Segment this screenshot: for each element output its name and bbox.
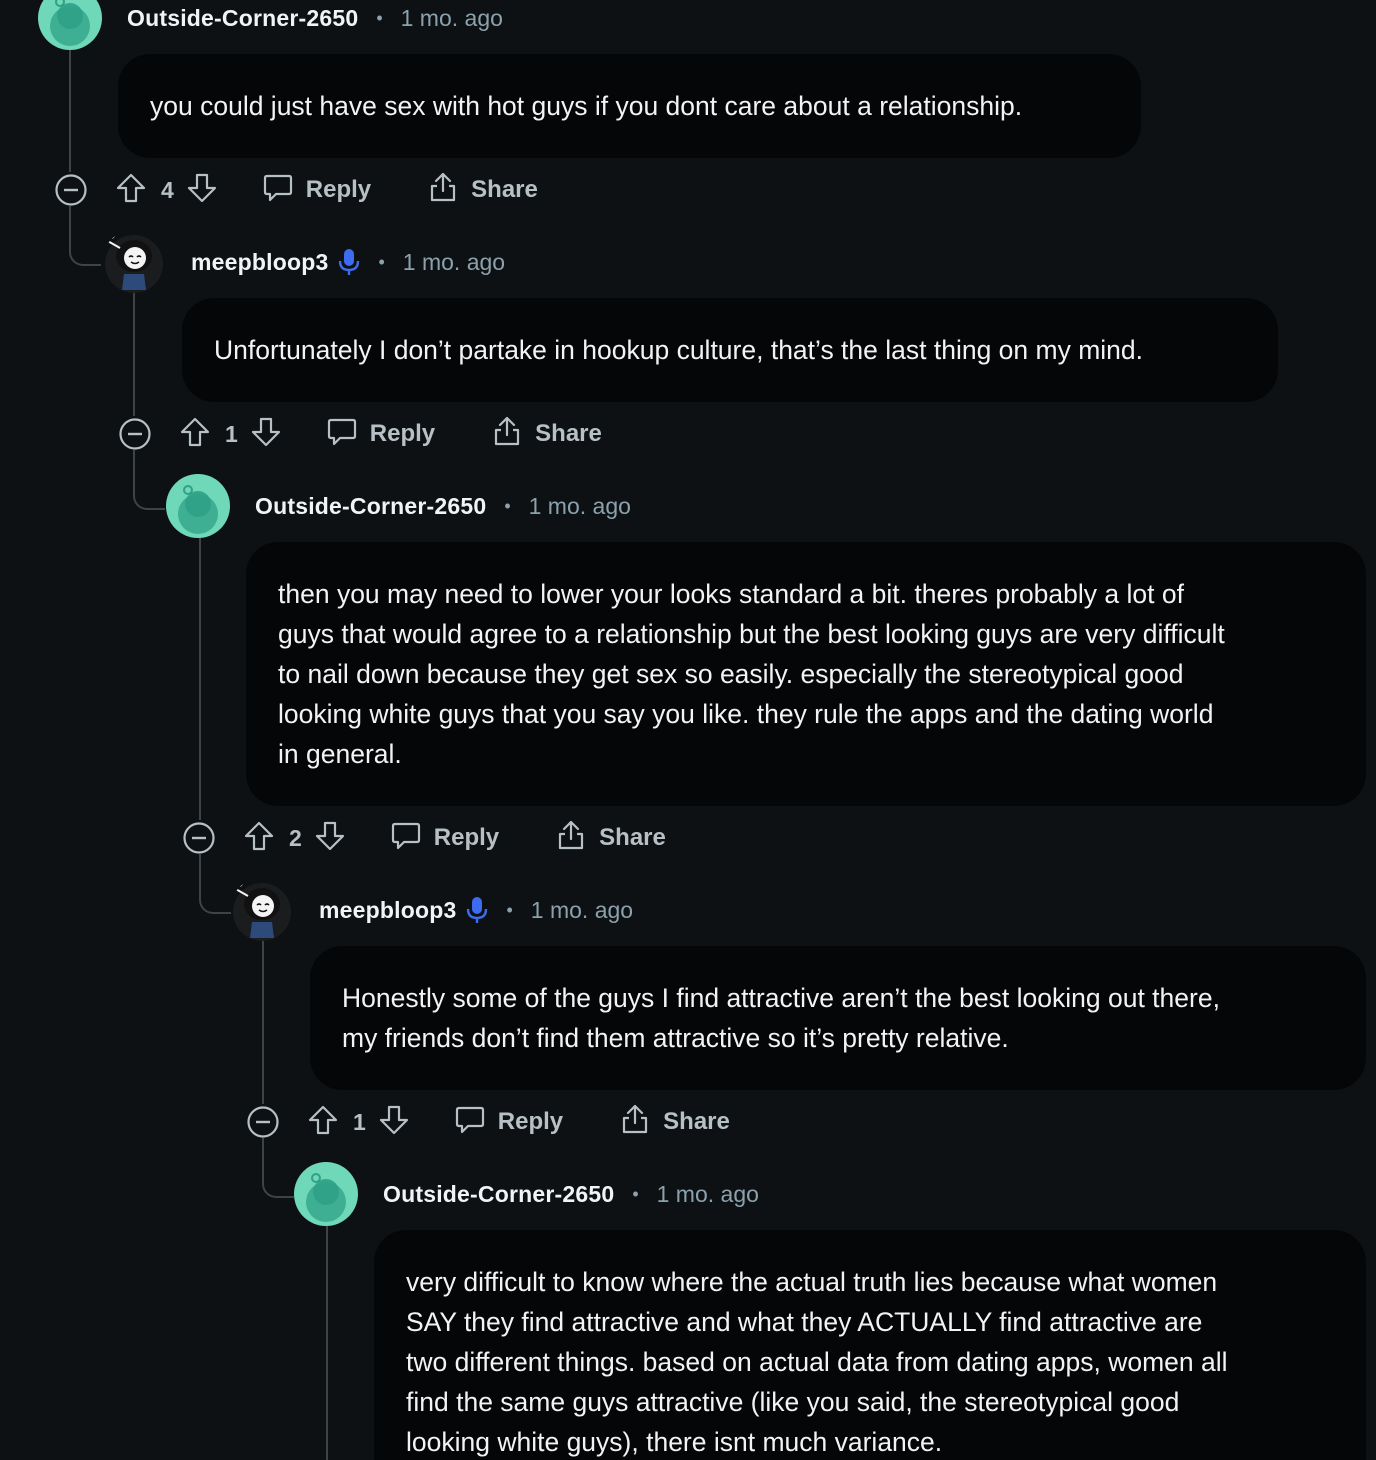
comment-actions: 1 Reply Share [247, 1100, 730, 1144]
timestamp[interactable]: 1 mo. ago [657, 1181, 759, 1208]
separator-dot: • [632, 1183, 639, 1204]
comment-header: meepbloop3 • 1 mo. ago [319, 890, 633, 930]
vote-count: 4 [161, 176, 174, 203]
thread-line[interactable] [133, 292, 135, 416]
separator-dot: • [506, 899, 513, 920]
reply-button[interactable]: Reply [326, 415, 435, 454]
downvote-icon[interactable] [378, 1104, 410, 1141]
vote-count: 1 [225, 420, 238, 447]
share-icon [491, 415, 523, 454]
timestamp[interactable]: 1 mo. ago [529, 493, 631, 520]
comment-text: you could just have sex with hot guys if… [150, 91, 1023, 121]
thread-line[interactable] [326, 1226, 328, 1460]
comment-icon [454, 1103, 486, 1142]
comment-header: Outside-Corner-2650 • 1 mo. ago [255, 486, 631, 526]
reply-button[interactable]: Reply [454, 1103, 563, 1142]
username[interactable]: Outside-Corner-2650 [255, 493, 486, 520]
timestamp[interactable]: 1 mo. ago [403, 249, 505, 276]
share-button[interactable]: Share [491, 415, 602, 454]
thread-line[interactable] [69, 44, 71, 172]
share-icon [555, 819, 587, 858]
username[interactable]: Outside-Corner-2650 [127, 5, 358, 32]
thread-line[interactable] [262, 1138, 294, 1198]
comment-thread: Outside-Corner-2650 • 1 mo. ago you coul… [0, 0, 1376, 1460]
reply-button[interactable]: Reply [390, 819, 499, 858]
comment-icon [326, 415, 358, 454]
comment-header: Outside-Corner-2650 • 1 mo. ago [383, 1174, 759, 1214]
upvote-icon[interactable] [307, 1104, 339, 1141]
snoo-avatar[interactable] [166, 474, 230, 538]
comment-actions: 1 Reply Share [119, 412, 602, 456]
timestamp[interactable]: 1 mo. ago [531, 897, 633, 924]
share-icon [619, 1103, 651, 1142]
upvote-icon[interactable] [179, 416, 211, 453]
comment-actions: 2 Reply Share [183, 816, 666, 860]
downvote-icon[interactable] [250, 416, 282, 453]
downvote-icon[interactable] [186, 172, 218, 209]
share-button[interactable]: Share [555, 819, 666, 858]
snoo-avatar[interactable] [294, 1162, 358, 1226]
reply-label: Reply [497, 1108, 564, 1135]
microphone-icon [466, 895, 488, 925]
comment-body: you could just have sex with hot guys if… [118, 54, 1141, 158]
upvote-icon[interactable] [115, 172, 147, 209]
comment-text: Unfortunately I don’t partake in hookup … [214, 335, 1144, 365]
timestamp[interactable]: 1 mo. ago [401, 5, 503, 32]
collapse-icon[interactable] [183, 822, 215, 854]
comment-body: then you may need to lower your looks st… [246, 542, 1366, 806]
share-icon [427, 171, 459, 210]
microphone-icon [338, 247, 360, 277]
username[interactable]: meepbloop3 [191, 249, 328, 276]
vote-count: 2 [289, 824, 302, 851]
reply-button[interactable]: Reply [262, 171, 371, 210]
share-label: Share [535, 420, 602, 447]
vote-control: 4 [115, 172, 218, 209]
meep-avatar[interactable] [102, 230, 166, 294]
vote-count: 1 [353, 1108, 366, 1135]
share-button[interactable]: Share [619, 1103, 730, 1142]
thread-line[interactable] [199, 538, 201, 820]
comment-text: then you may need to lower your looks st… [278, 579, 1225, 769]
thread-line[interactable] [262, 940, 264, 1104]
share-label: Share [471, 176, 538, 203]
share-button[interactable]: Share [427, 171, 538, 210]
thread-line[interactable] [133, 450, 165, 510]
comment-icon [390, 819, 422, 858]
separator-dot: • [504, 495, 511, 516]
reply-label: Reply [305, 176, 372, 203]
collapse-icon[interactable] [55, 174, 87, 206]
separator-dot: • [376, 7, 383, 28]
collapse-icon[interactable] [119, 418, 151, 450]
reply-label: Reply [369, 420, 436, 447]
upvote-icon[interactable] [243, 820, 275, 857]
comment-body: Honestly some of the guys I find attract… [310, 946, 1366, 1090]
username[interactable]: Outside-Corner-2650 [383, 1181, 614, 1208]
downvote-icon[interactable] [314, 820, 346, 857]
snoo-avatar[interactable] [38, 0, 102, 50]
thread-line[interactable] [69, 206, 101, 266]
separator-dot: • [378, 251, 385, 272]
comment-text: Honestly some of the guys I find attract… [342, 983, 1220, 1053]
reply-label: Reply [433, 824, 500, 851]
vote-control: 2 [243, 820, 346, 857]
vote-control: 1 [307, 1104, 410, 1141]
comment-body: Unfortunately I don’t partake in hookup … [182, 298, 1278, 402]
comment-text: very difficult to know where the actual … [406, 1267, 1228, 1457]
thread-line[interactable] [199, 854, 231, 914]
share-label: Share [599, 824, 666, 851]
comment-header: meepbloop3 • 1 mo. ago [191, 242, 505, 282]
meep-avatar[interactable] [230, 878, 294, 942]
comment-actions: 4 Reply Share [55, 168, 538, 212]
username[interactable]: meepbloop3 [319, 897, 456, 924]
vote-control: 1 [179, 416, 282, 453]
collapse-icon[interactable] [247, 1106, 279, 1138]
comment-header: Outside-Corner-2650 • 1 mo. ago [127, 0, 503, 38]
share-label: Share [663, 1108, 730, 1135]
comment-icon [262, 171, 294, 210]
comment-body: very difficult to know where the actual … [374, 1230, 1366, 1460]
